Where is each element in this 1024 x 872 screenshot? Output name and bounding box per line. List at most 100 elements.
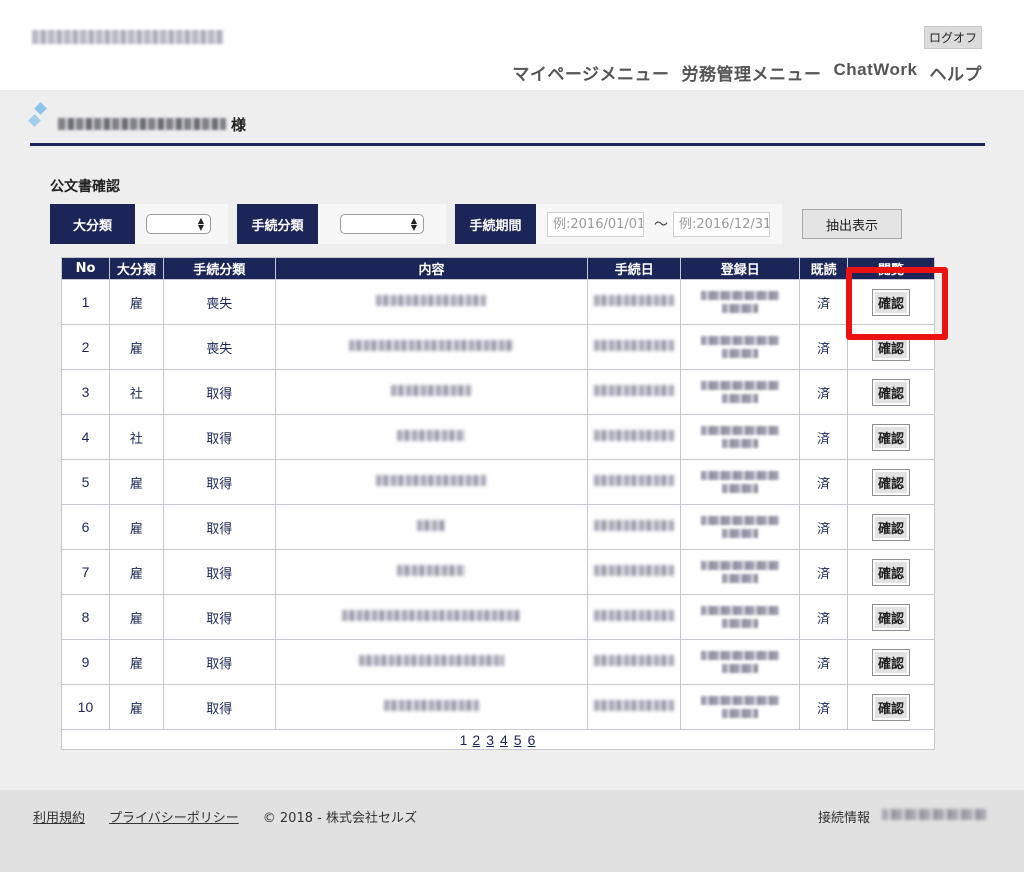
redacted-text: [701, 516, 780, 525]
redacted-text: [594, 654, 675, 666]
row-procedure-date-redacted: [587, 639, 682, 685]
row-view-cell: 確認: [847, 369, 935, 415]
confirm-button[interactable]: 確認: [872, 468, 911, 496]
page-link-4[interactable]: 4: [500, 732, 508, 748]
page-link-2[interactable]: 2: [472, 732, 480, 748]
redacted-text: [342, 609, 521, 621]
row-procedure-date-redacted: [587, 549, 682, 595]
confirm-button[interactable]: 確認: [872, 648, 911, 676]
procedure-type-select[interactable]: ▲ ▼: [340, 214, 424, 234]
table-row: 7 雇取得 済確認: [61, 549, 935, 595]
redacted-text: [701, 336, 780, 345]
confirm-button[interactable]: 確認: [872, 693, 911, 721]
row-category: 社: [108, 414, 164, 460]
redacted-text: [376, 474, 487, 486]
pagination-row: 123456: [61, 729, 935, 750]
logout-button[interactable]: ログオフ: [923, 26, 982, 49]
row-category: 雇: [108, 279, 164, 325]
row-content-redacted: [274, 639, 589, 685]
nav-help[interactable]: ヘルプ: [930, 60, 983, 85]
redacted-text: [701, 696, 780, 705]
redacted-text: [722, 484, 759, 493]
redacted-text: [391, 384, 472, 396]
page-link-6[interactable]: 6: [528, 732, 536, 748]
redacted-text: [594, 519, 675, 531]
row-procedure-date-redacted: [587, 684, 682, 730]
row-read-status: 済: [799, 549, 849, 595]
row-category: 雇: [108, 684, 164, 730]
row-procedure-date-redacted: [587, 459, 682, 505]
table-row: 8 雇取得 済確認: [61, 594, 935, 640]
user-suffix: 様: [231, 116, 247, 134]
category-filter-label: 大分類: [50, 204, 135, 244]
col-no: No: [61, 257, 110, 280]
nav-mypage-menu[interactable]: マイページメニュー: [512, 60, 669, 85]
row-content-redacted: [274, 504, 589, 550]
redacted-text: [722, 349, 759, 358]
nav-labor-menu[interactable]: 労務管理メニュー: [682, 60, 822, 85]
date-from-input[interactable]: 例:2016/01/01: [547, 212, 644, 237]
category-select[interactable]: ▲ ▼: [146, 214, 211, 234]
row-content-redacted: [274, 684, 589, 730]
confirm-button[interactable]: 確認: [872, 603, 911, 631]
confirm-button[interactable]: 確認: [872, 333, 911, 361]
pagination: 123456: [62, 732, 934, 748]
decoration-icon: [34, 102, 47, 115]
row-no: 2: [61, 324, 110, 370]
confirm-button[interactable]: 確認: [872, 423, 911, 451]
table-row: 4 社取得 済確認: [61, 414, 935, 460]
row-no: 8: [61, 594, 110, 640]
row-procedure-type: 取得: [162, 639, 276, 685]
page-link-5[interactable]: 5: [514, 732, 522, 748]
redacted-text: [594, 339, 675, 351]
confirm-button[interactable]: 確認: [872, 558, 911, 586]
top-nav: マイページメニュー 労務管理メニュー ChatWork ヘルプ: [512, 60, 982, 85]
row-procedure-date-redacted: [587, 324, 682, 370]
period-filter-box: 例:2016/01/01 〜 例:2016/12/31: [536, 204, 782, 244]
row-procedure-date-redacted: [587, 369, 682, 415]
connection-info-label: 接続情報: [818, 811, 871, 826]
row-no: 5: [61, 459, 110, 505]
confirm-button[interactable]: 確認: [872, 378, 911, 406]
row-no: 7: [61, 549, 110, 595]
row-read-status: 済: [799, 369, 849, 415]
row-read-status: 済: [799, 279, 849, 325]
confirm-button[interactable]: 確認: [872, 513, 911, 541]
nav-chatwork[interactable]: ChatWork: [834, 60, 918, 85]
col-procedure-date: 手続日: [587, 257, 682, 280]
date-to-input[interactable]: 例:2016/12/31: [673, 212, 770, 237]
table-row: 6 雇取得 済確認: [61, 504, 935, 550]
row-procedure-date-redacted: [587, 504, 682, 550]
row-procedure-type: 取得: [162, 459, 276, 505]
terms-link[interactable]: 利用規約: [33, 807, 85, 826]
table-row: 3 社取得 済確認: [61, 369, 935, 415]
row-registered-date-redacted: [680, 549, 801, 595]
row-registered-date-redacted: [680, 639, 801, 685]
page-link-3[interactable]: 3: [486, 732, 494, 748]
row-registered-date-redacted: [680, 684, 801, 730]
row-registered-date-redacted: [680, 414, 801, 460]
redacted-text: [594, 384, 675, 396]
redacted-text: [722, 619, 759, 628]
table-header-row: No 大分類 手続分類 内容 手続日 登録日 既読 閲覧: [61, 257, 935, 280]
redacted-text: [376, 294, 487, 306]
confirm-button[interactable]: 確認: [872, 288, 911, 316]
table-row: 2 雇喪失 済確認: [61, 324, 935, 370]
redacted-text: [417, 519, 446, 531]
footer-links: 利用規約 プライバシーポリシー © 2018 - 株式会社セルズ: [33, 807, 417, 826]
privacy-link[interactable]: プライバシーポリシー: [109, 807, 239, 826]
redacted-text: [722, 529, 759, 538]
redacted-text: [594, 474, 675, 486]
extract-button[interactable]: 抽出表示: [802, 209, 902, 239]
redacted-text: [594, 429, 675, 441]
row-read-status: 済: [799, 324, 849, 370]
redacted-text: [701, 426, 780, 435]
row-category: 雇: [108, 549, 164, 595]
user-name-redacted: [58, 118, 226, 130]
row-procedure-date-redacted: [587, 414, 682, 460]
row-no: 10: [61, 684, 110, 730]
connection-info-redacted: [882, 809, 986, 820]
redacted-text: [701, 561, 780, 570]
procedure-type-filter-box: ▲ ▼: [318, 204, 446, 244]
row-view-cell: 確認: [847, 639, 935, 685]
